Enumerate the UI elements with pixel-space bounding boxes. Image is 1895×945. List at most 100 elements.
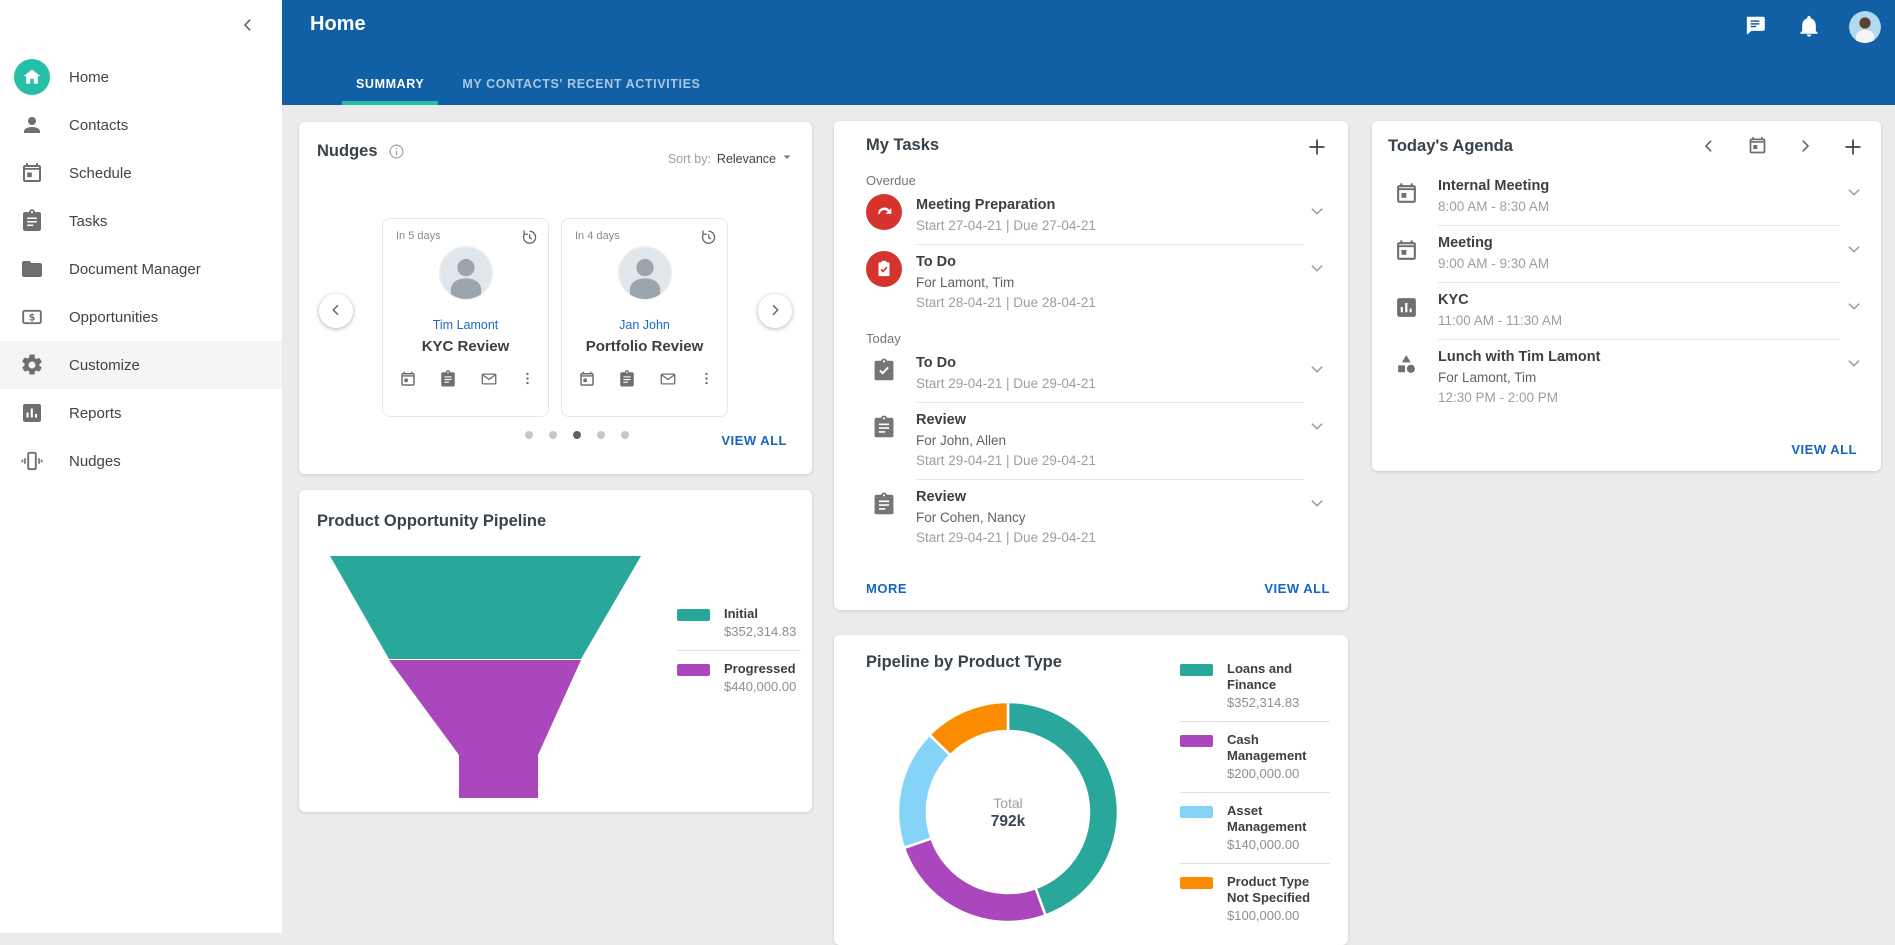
agenda-next-day-button[interactable]	[1793, 135, 1817, 159]
sidebar-item-tasks[interactable]: Tasks	[0, 197, 282, 245]
sidebar-item-opportunities[interactable]: $ Opportunities	[0, 293, 282, 341]
section-label: Overdue	[866, 173, 1330, 188]
sidebar-item-contacts[interactable]: Contacts	[0, 101, 282, 149]
sidebar-collapse-button[interactable]	[235, 13, 261, 39]
tab-summary[interactable]: SUMMARY	[342, 66, 438, 105]
contact-avatar	[439, 246, 493, 300]
chevron-down-icon	[1307, 493, 1327, 513]
calendar-icon	[14, 155, 50, 191]
nudges-view-all-link[interactable]: VIEW ALL	[721, 433, 787, 448]
expand-chevron-button[interactable]	[1304, 198, 1330, 224]
todo-red-icon	[866, 251, 902, 287]
redo-red-icon	[873, 201, 895, 223]
calendar-icon	[1394, 181, 1419, 206]
sidebar-item-document-manager[interactable]: Document Manager	[0, 245, 282, 293]
task-action-button[interactable]	[616, 369, 638, 391]
chat-button[interactable]	[1741, 13, 1769, 41]
list-item[interactable]: Meeting Preparation Start 27-04-21 | Due…	[866, 188, 1330, 245]
avatar-image-icon	[1849, 31, 1881, 43]
sidebar-item-home[interactable]: Home	[0, 53, 282, 101]
sidebar-item-label: Contacts	[69, 117, 128, 134]
legend-item: Cash Management $200,000.00	[1180, 732, 1330, 782]
contact-name-link[interactable]: Jan John	[562, 318, 727, 332]
chevron-left-icon	[1699, 144, 1719, 159]
legend-item: Product Type Not Specified $100,000.00	[1180, 874, 1330, 924]
legend-value: $440,000.00	[724, 679, 796, 695]
sidebar-nav: Home Contacts Schedule Tasks Document Ma…	[0, 53, 282, 485]
info-icon	[388, 148, 405, 163]
expand-chevron-button[interactable]	[1304, 255, 1330, 281]
history-icon	[520, 228, 538, 251]
agenda-calendar-button[interactable]	[1745, 135, 1769, 159]
bar-chart-icon	[14, 395, 50, 431]
sidebar-item-reports[interactable]: Reports	[0, 389, 282, 437]
bar-chart-icon	[1394, 295, 1419, 320]
my-tasks-card: My Tasks Overdue Meeting Preparation Sta…	[834, 121, 1348, 610]
dollar-box-icon: $	[14, 299, 50, 335]
email-action-button[interactable]	[478, 369, 500, 391]
expand-chevron-button[interactable]	[1304, 356, 1330, 382]
sort-by-dropdown[interactable]: Sort by: Relevance	[668, 148, 796, 169]
tab-bar: SUMMARY MY CONTACTS' RECENT ACTIVITIES	[342, 66, 714, 105]
email-action-button[interactable]	[657, 369, 679, 391]
list-item[interactable]: Meeting 9:00 AM - 9:30 AM	[1388, 226, 1867, 283]
tasks-view-all-link[interactable]: VIEW ALL	[1264, 581, 1330, 596]
carousel-prev-button[interactable]	[319, 294, 353, 328]
tasks-more-link[interactable]: MORE	[866, 581, 907, 596]
list-item[interactable]: To Do Start 29-04-21 | Due 29-04-21	[866, 346, 1330, 403]
expand-chevron-button[interactable]	[1841, 293, 1867, 319]
expand-chevron-button[interactable]	[1841, 236, 1867, 262]
agenda-view-all-link[interactable]: VIEW ALL	[1791, 442, 1857, 457]
expand-chevron-button[interactable]	[1304, 413, 1330, 439]
user-avatar[interactable]	[1849, 11, 1881, 43]
schedule-action-button[interactable]	[397, 369, 419, 391]
todays-agenda-card: Today's Agenda Internal Meeting 8:00 AM …	[1372, 121, 1881, 471]
section-label: Today	[866, 331, 1330, 346]
donut-center-label: Total 792k	[948, 795, 1068, 831]
contact-name-link[interactable]: Tim Lamont	[383, 318, 548, 332]
shapes-icon	[1394, 352, 1419, 377]
expand-chevron-button[interactable]	[1841, 179, 1867, 205]
legend-item: Initial $352,314.83	[677, 606, 801, 640]
history-icon	[699, 228, 717, 251]
calendar-icon	[1388, 232, 1424, 268]
bar-chart-icon	[1388, 289, 1424, 325]
list-item[interactable]: KYC 11:00 AM - 11:30 AM	[1388, 283, 1867, 340]
legend-value: $100,000.00	[1227, 908, 1330, 924]
nudge-card[interactable]: In 5 days Tim Lamont KYC Review	[382, 218, 549, 417]
sidebar-item-customize[interactable]: Customize	[0, 341, 282, 389]
carousel-dot[interactable]	[549, 431, 557, 439]
list-item[interactable]: Review For John, Allen Start 29-04-21 | …	[866, 403, 1330, 480]
list-item[interactable]: Review For Cohen, Nancy Start 29-04-21 |…	[866, 480, 1330, 556]
carousel-next-button[interactable]	[758, 294, 792, 328]
more-options-button[interactable]	[518, 369, 538, 391]
page-title: Home	[310, 13, 366, 36]
legend-swatch	[1180, 664, 1213, 676]
nudge-card[interactable]: In 4 days Jan John Portfolio Review	[561, 218, 728, 417]
review-gray-icon	[866, 486, 902, 522]
list-item[interactable]: Internal Meeting 8:00 AM - 8:30 AM	[1388, 169, 1867, 226]
add-event-button[interactable]	[1841, 135, 1865, 159]
task-action-button[interactable]	[437, 369, 459, 391]
carousel-dot[interactable]	[525, 431, 533, 439]
sidebar-item-label: Opportunities	[69, 309, 158, 326]
sidebar-item-schedule[interactable]: Schedule	[0, 149, 282, 197]
info-button[interactable]	[388, 143, 406, 161]
add-task-button[interactable]	[1304, 135, 1330, 161]
tab-my-contacts-recent-activities[interactable]: MY CONTACTS' RECENT ACTIVITIES	[448, 66, 714, 105]
expand-chevron-button[interactable]	[1841, 350, 1867, 376]
notifications-button[interactable]	[1795, 13, 1823, 41]
chevron-down-icon	[1307, 359, 1327, 379]
list-item[interactable]: Lunch with Tim Lamont For Lamont, Tim 12…	[1388, 340, 1867, 416]
carousel-dot[interactable]	[573, 431, 581, 439]
carousel-dot[interactable]	[621, 431, 629, 439]
agenda-prev-day-button[interactable]	[1697, 135, 1721, 159]
sidebar-item-nudges[interactable]: Nudges	[0, 437, 282, 485]
item-dates: Start 29-04-21 | Due 29-04-21	[916, 530, 1304, 545]
expand-chevron-button[interactable]	[1304, 490, 1330, 516]
schedule-action-button[interactable]	[576, 369, 598, 391]
carousel-dot[interactable]	[597, 431, 605, 439]
more-options-button[interactable]	[697, 369, 717, 391]
list-item[interactable]: To Do For Lamont, Tim Start 28-04-21 | D…	[866, 245, 1330, 321]
item-title: To Do	[916, 254, 1304, 270]
